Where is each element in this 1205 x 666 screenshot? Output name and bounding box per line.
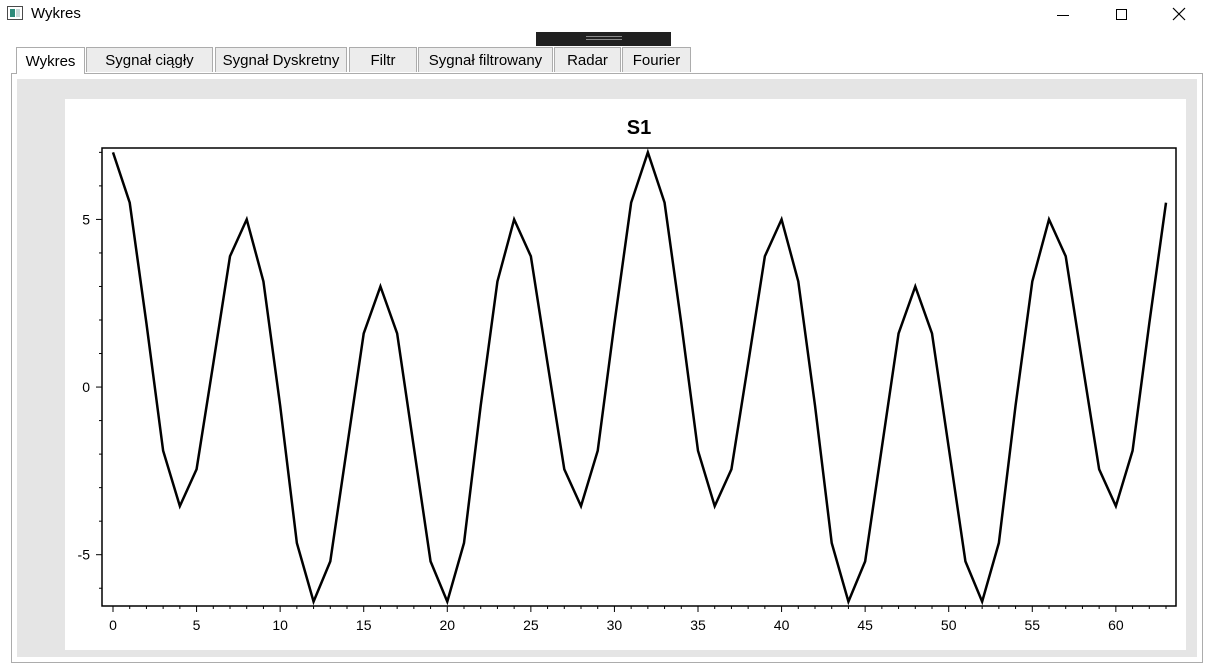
close-button[interactable]: [1150, 0, 1205, 28]
x-tick-label: 5: [193, 617, 201, 633]
x-tick-label: 25: [523, 617, 539, 633]
maximize-icon: [1115, 8, 1127, 20]
chart-area: S1 0 5 10 15 20 25 30 35 40 45 50 55 60 -5 0 5: [65, 99, 1186, 650]
x-tick-label: 10: [272, 617, 288, 633]
tab-sygnal-filtrowany[interactable]: Sygnał filtrowany: [418, 47, 553, 72]
y-tick-label: -5: [78, 547, 91, 563]
series-line-1: [111, 148, 1168, 606]
close-icon: [1172, 7, 1186, 21]
x-tick-label: 55: [1024, 617, 1040, 633]
tab-sygnal-ciagly[interactable]: Sygnał ciągły: [86, 47, 213, 72]
x-tick-label: 35: [690, 617, 706, 633]
chart-title: S1: [627, 117, 651, 139]
tab-sygnal-dyskretny[interactable]: Sygnał Dyskretny: [215, 47, 347, 72]
x-tick-label: 0: [109, 617, 117, 633]
tab-wykres[interactable]: Wykres: [16, 47, 85, 74]
x-tick-label: 30: [607, 617, 623, 633]
drag-handle[interactable]: [536, 32, 671, 46]
x-tick-label: 40: [774, 617, 790, 633]
window-title: Wykres: [31, 5, 81, 22]
x-tick-label: 15: [356, 617, 372, 633]
plot-area-border: [101, 147, 1177, 607]
x-tick-label: 45: [857, 617, 873, 633]
line-chart: S1 0 5 10 15 20 25 30 35 40 45 50 55 60 -5 0 5: [78, 117, 1177, 633]
tab-filtr[interactable]: Filtr: [349, 47, 417, 72]
tab-radar[interactable]: Radar: [554, 47, 621, 72]
title-bar: Wykres: [0, 0, 1205, 30]
x-tick-label: 50: [941, 617, 957, 633]
x-tick-label: 20: [439, 617, 455, 633]
tab-fourier[interactable]: Fourier: [622, 47, 691, 72]
maximize-button[interactable]: [1092, 0, 1150, 28]
x-tick-label: 60: [1108, 617, 1124, 633]
minimize-button[interactable]: [1034, 0, 1092, 28]
minimize-icon: [1057, 14, 1069, 16]
y-tick-label: 0: [82, 379, 90, 395]
y-tick-label: 5: [82, 211, 90, 227]
app-window-icon: [7, 6, 23, 20]
